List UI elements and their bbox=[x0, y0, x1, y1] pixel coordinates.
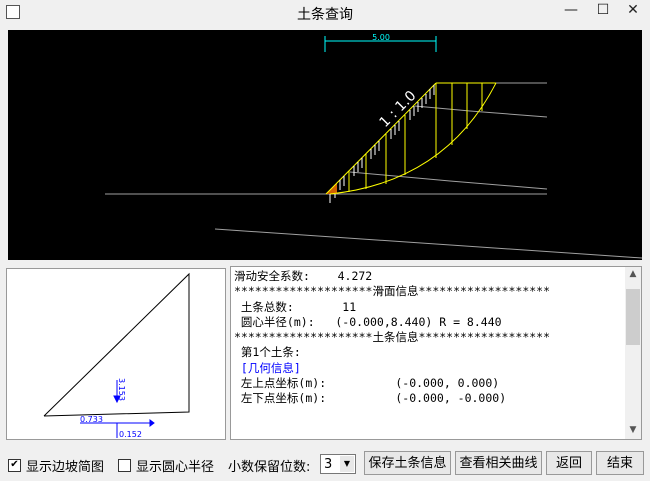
maximize-button[interactable]: ☐ bbox=[588, 0, 618, 22]
back-button[interactable]: 返回 bbox=[546, 451, 592, 475]
decimal-places-value: 3 bbox=[324, 457, 333, 472]
vertical-scrollbar[interactable]: ▲ ▼ bbox=[625, 267, 641, 439]
minimize-button[interactable]: — bbox=[556, 0, 586, 22]
info-line: 圆心半径(m): (-0.000,8.440) R = 8.440 bbox=[234, 314, 502, 329]
scrollbar-thumb[interactable] bbox=[626, 289, 640, 345]
show-circle-radius-checkbox[interactable] bbox=[118, 459, 131, 472]
info-line: 第1个土条: bbox=[234, 345, 301, 360]
show-slope-sketch-checkbox[interactable]: ✔ bbox=[8, 459, 21, 472]
slope-sketch-panel: 0.733 0.152 3.153 bbox=[6, 268, 226, 440]
slice-sketch: 0.733 0.152 3.153 bbox=[43, 272, 190, 439]
sketch-label-normal: 0.152 bbox=[119, 430, 142, 439]
scroll-up-icon[interactable]: ▲ bbox=[625, 269, 641, 279]
window-title: 土条查询 bbox=[297, 7, 353, 23]
dimension-label: 5.00 bbox=[372, 33, 390, 42]
info-line: 土条总数: 11 bbox=[234, 299, 357, 314]
info-line: 左下点坐标(m): (-0.000, -0.000) bbox=[234, 391, 507, 406]
sketch-label-weight: 3.153 bbox=[117, 378, 126, 401]
info-text: 滑动安全系数: 4.272 ********************滑面信息***… bbox=[234, 269, 550, 407]
slope-drawing: 1 : 1.0 5.00 bbox=[105, 33, 643, 259]
chevron-down-icon[interactable]: ▼ bbox=[340, 456, 354, 472]
scroll-down-icon[interactable]: ▼ bbox=[625, 425, 641, 435]
info-line: 左上点坐标(m): (-0.000, 0.000) bbox=[234, 376, 500, 391]
decimal-places-select[interactable]: 3 ▼ bbox=[320, 454, 356, 474]
slope-drawing-canvas[interactable]: 1 : 1.0 5.00 bbox=[8, 30, 643, 260]
sketch-label-horizontal: 0.733 bbox=[80, 415, 103, 424]
slope-ratio-label: 1 : 1.0 bbox=[377, 88, 420, 131]
layer-line-2 bbox=[349, 171, 548, 190]
close-button[interactable]: ✕ bbox=[618, 0, 648, 22]
show-slope-sketch-label[interactable]: 显示边坡简图 bbox=[26, 456, 104, 475]
save-slice-info-button[interactable]: 保存土条信息 bbox=[364, 451, 451, 475]
decimal-places-label: 小数保留位数: bbox=[228, 460, 311, 475]
view-curves-button[interactable]: 查看相关曲线 bbox=[455, 451, 542, 475]
slice-info-textbox[interactable]: 滑动安全系数: 4.272 ********************滑面信息***… bbox=[230, 266, 642, 440]
info-line: ********************土条信息****************… bbox=[234, 330, 551, 345]
info-line: ********************滑面信息****************… bbox=[234, 284, 551, 299]
show-circle-radius-label[interactable]: 显示圆心半径 bbox=[136, 456, 214, 475]
title-bar: 土条查询 — ☐ ✕ bbox=[0, 0, 650, 26]
info-line: [几何信息] bbox=[234, 360, 301, 375]
info-line: 滑动安全系数: 4.272 bbox=[234, 269, 373, 283]
end-button[interactable]: 结束 bbox=[596, 451, 644, 475]
control-bar: ✔ 显示边坡简图 显示圆心半径 小数保留位数: 3 ▼ 保存土条信息 查看相关曲… bbox=[0, 450, 650, 478]
slope-hatching bbox=[329, 85, 435, 203]
layer-line-3 bbox=[214, 228, 643, 259]
